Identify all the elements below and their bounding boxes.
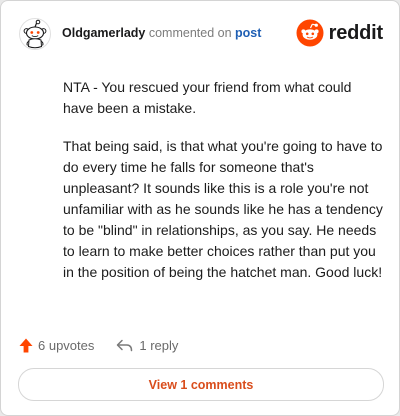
upvotes[interactable]: 6 upvotes: [19, 338, 94, 353]
comment-body: NTA - You rescued your friend from what …: [63, 77, 385, 300]
reply-arrow-icon[interactable]: [116, 339, 133, 352]
snoo-avatar-icon[interactable]: [19, 18, 51, 50]
comment-paragraph: That being said, is that what you're goi…: [63, 138, 383, 280]
comment-header: Oldgamerlady commented on post reddit: [19, 16, 383, 50]
comment-card: Oldgamerlady commented on post reddit NT…: [0, 0, 400, 416]
brand-name: reddit: [328, 21, 384, 44]
action-text: commented on: [148, 26, 232, 40]
view-comments-button[interactable]: View 1 comments: [18, 368, 384, 401]
reddit-logo[interactable]: reddit: [296, 18, 383, 48]
author-name[interactable]: Oldgamerlady: [62, 26, 145, 40]
upvote-arrow-icon[interactable]: [19, 338, 33, 353]
upvotes-label: 6 upvotes: [38, 337, 95, 353]
post-link[interactable]: post: [235, 26, 261, 40]
replies[interactable]: 1 reply: [116, 338, 178, 353]
comment-footer: 6 upvotes 1 reply: [19, 335, 178, 355]
replies-label: 1 reply: [139, 337, 179, 353]
author-line: Oldgamerlady commented on post: [62, 26, 261, 40]
reddit-logo-icon: [296, 19, 324, 47]
comment-paragraph: NTA - You rescued your friend from what …: [63, 79, 352, 116]
